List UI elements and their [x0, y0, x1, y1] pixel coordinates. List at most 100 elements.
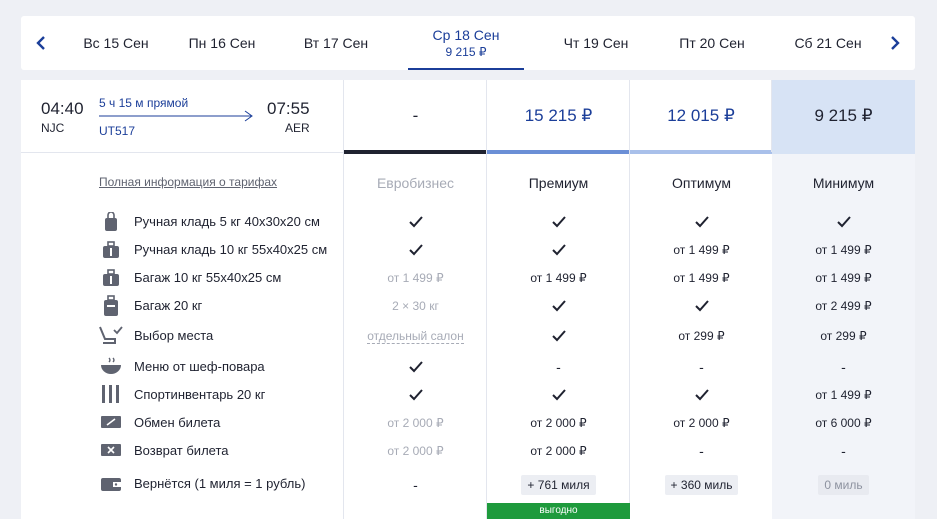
- price-premium[interactable]: 15 215 ₽: [487, 80, 630, 152]
- hand-luggage-icon: [99, 239, 123, 261]
- fare-cell: [344, 212, 487, 232]
- refund-icon: [99, 439, 123, 461]
- fare-cell-value: от 2 000 ₽: [530, 444, 587, 458]
- fare-cell-value: от 2 000 ₽: [530, 416, 587, 430]
- date-tab[interactable]: Пт 20 Сен: [662, 16, 762, 70]
- baggage-10-icon: [99, 267, 123, 289]
- fare-cell: -: [630, 441, 773, 461]
- fare-cell: от 299 ₽: [630, 326, 773, 346]
- fare-cell: от 2 000 ₽: [344, 413, 487, 433]
- check-icon: [836, 216, 851, 228]
- fare-cell-value: -: [699, 359, 704, 375]
- fare-table: 04:40 NJC 5 ч 15 м прямой UT517 07:55 AE…: [21, 80, 915, 519]
- fare-cell: от 2 000 ₽: [344, 441, 487, 461]
- fare-cell-value: от 1 499 ₽: [815, 243, 872, 257]
- fare-cell: [344, 385, 487, 405]
- check-icon: [551, 244, 566, 256]
- sport-icon: [99, 383, 123, 405]
- fare-cell: -: [630, 357, 773, 377]
- check-icon: [694, 216, 709, 228]
- best-value-badge: выгодно: [487, 503, 630, 519]
- fare-cell-value: от 1 499 ₽: [387, 271, 444, 285]
- fare-cell-value: от 1 499 ₽: [673, 271, 730, 285]
- prev-dates-button[interactable]: [21, 16, 61, 70]
- fare-cell: [344, 357, 487, 377]
- date-tab-selected[interactable]: Ср 18 Сен 9 215 ₽: [408, 16, 524, 70]
- miles-chip: + 761 миля: [521, 475, 596, 495]
- fare-cell-value: от 2 000 ₽: [387, 416, 444, 430]
- fare-cell-value: от 1 499 ₽: [815, 271, 872, 285]
- fare-cell: 0 миль: [772, 475, 915, 495]
- row-label: Выбор места: [134, 328, 214, 343]
- route-arrow-icon: [99, 110, 253, 122]
- fare-cell-value: от 2 000 ₽: [673, 416, 730, 430]
- row-label: Ручная кладь 5 кг 40x30x20 см: [134, 214, 320, 229]
- column-divider: [771, 80, 772, 152]
- fare-cell: [630, 385, 773, 405]
- date-tab[interactable]: Вт 17 Сен: [286, 16, 386, 70]
- fare-bar-optimum: [630, 150, 772, 154]
- fare-cell: -: [772, 357, 915, 377]
- fare-name-business: Евробизнес: [376, 175, 455, 191]
- fare-cell: от 2 000 ₽: [487, 413, 630, 433]
- row-label: Ручная кладь 10 кг 55x40x25 см: [134, 242, 328, 257]
- fare-cell: от 1 499 ₽: [772, 240, 915, 260]
- fare-cell: от 1 499 ₽: [630, 240, 773, 260]
- fare-cell-value: от 2 499 ₽: [815, 299, 872, 313]
- fare-cell-value: -: [841, 359, 846, 375]
- fare-cell: -: [487, 357, 630, 377]
- fare-cell-value: 2 × 30 кг: [392, 299, 439, 313]
- date-tab[interactable]: Чт 19 Сен: [546, 16, 646, 70]
- fare-cell-value[interactable]: отдельный салон: [367, 329, 464, 344]
- check-icon: [408, 361, 423, 373]
- fare-cell-value: -: [699, 443, 704, 459]
- fare-cell-value: от 1 499 ₽: [530, 271, 587, 285]
- flight-duration: 5 ч 15 м: [99, 96, 144, 110]
- flight-number[interactable]: UT517: [99, 124, 135, 138]
- fare-name-minimum: Минимум: [812, 175, 875, 191]
- date-selector: Вс 15 Сен Пн 16 Сен Вт 17 Сен Ср 18 Сен …: [21, 16, 915, 70]
- fare-bar-minimum: [772, 150, 915, 154]
- fare-name-optimum: Оптимум: [672, 175, 731, 191]
- fare-cell: -: [344, 475, 487, 495]
- fare-cell-value: от 299 ₽: [678, 329, 725, 343]
- hand-bag-icon: [99, 211, 123, 233]
- row-label: Спортинвентарь 20 кг: [134, 387, 266, 402]
- chevron-right-icon: [891, 36, 900, 50]
- fare-cell: от 6 000 ₽: [772, 413, 915, 433]
- check-icon: [694, 389, 709, 401]
- check-icon: [408, 244, 423, 256]
- fare-cell: + 761 миля: [487, 475, 630, 495]
- fare-info-link[interactable]: Полная информация о тарифах: [99, 175, 277, 189]
- price-business[interactable]: -: [344, 80, 487, 152]
- date-tab[interactable]: Сб 21 Сен: [778, 16, 878, 70]
- row-label: Меню от шеф-повара: [134, 359, 265, 374]
- fare-cell: [487, 240, 630, 260]
- fare-cell: -: [772, 441, 915, 461]
- chevron-left-icon: [36, 36, 45, 50]
- check-icon: [408, 389, 423, 401]
- flight-direct: прямой: [147, 96, 189, 110]
- wallet-icon: [99, 473, 123, 495]
- fare-cell: от 2 000 ₽: [487, 441, 630, 461]
- fare-cell: от 1 499 ₽: [630, 268, 773, 288]
- fare-bar-premium: [487, 150, 630, 154]
- fare-cell: отдельный салон: [344, 326, 487, 346]
- price-optimum[interactable]: 12 015 ₽: [630, 80, 772, 152]
- fare-cell-value: от 299 ₽: [820, 329, 867, 343]
- fare-cell-value: от 1 499 ₽: [815, 388, 872, 402]
- departure-time: 04:40: [41, 99, 84, 118]
- check-icon: [408, 216, 423, 228]
- fare-cell: [487, 385, 630, 405]
- date-tab[interactable]: Пн 16 Сен: [172, 16, 272, 70]
- fare-cell-value: -: [556, 359, 561, 375]
- fare-cell: [487, 296, 630, 316]
- fare-cell: от 2 000 ₽: [630, 413, 773, 433]
- price-minimum[interactable]: 9 215 ₽: [772, 80, 915, 152]
- fare-cell: от 1 499 ₽: [772, 385, 915, 405]
- fare-bar-business: [344, 150, 487, 154]
- next-dates-button[interactable]: [875, 16, 915, 70]
- date-tab[interactable]: Вс 15 Сен: [66, 16, 166, 70]
- fare-name-premium: Премиум: [528, 175, 589, 191]
- fare-cell: [487, 212, 630, 232]
